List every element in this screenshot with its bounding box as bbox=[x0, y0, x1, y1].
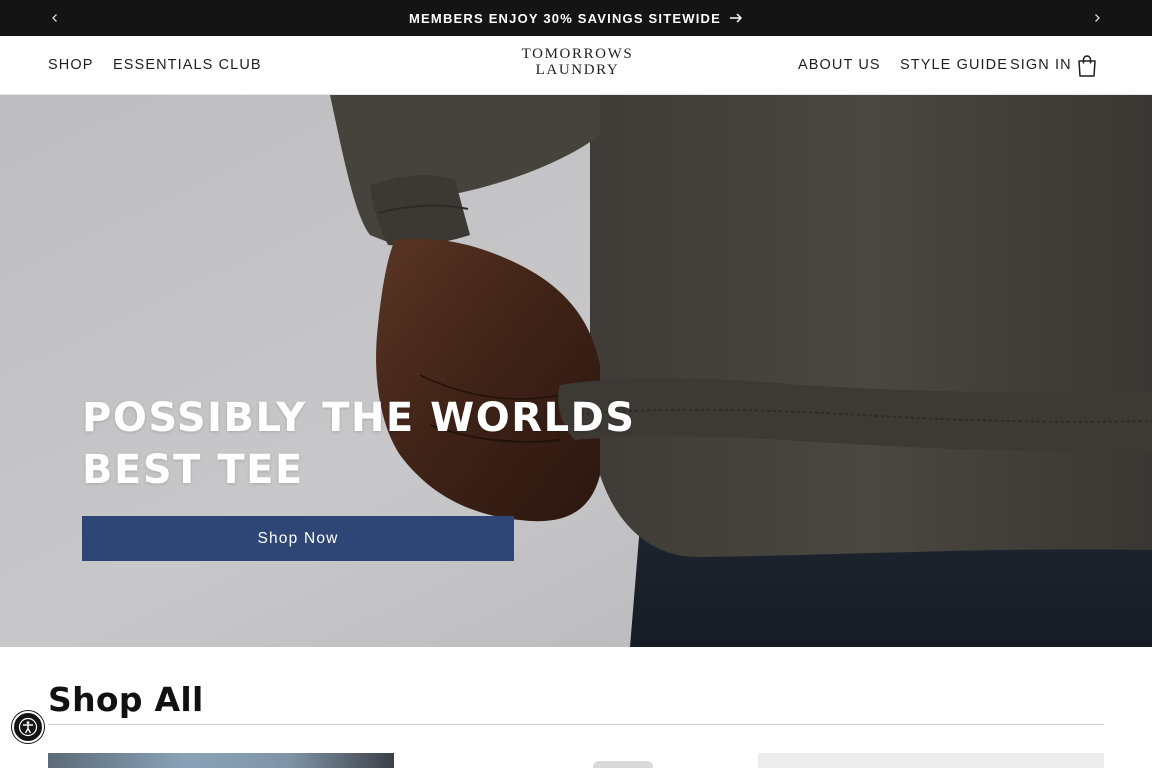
announcement-link[interactable]: MEMBERS ENJOY 30% SAVINGS SITEWIDE bbox=[0, 0, 1152, 36]
product-card-1[interactable] bbox=[48, 753, 394, 768]
section-divider bbox=[48, 724, 1104, 725]
product-card-3[interactable] bbox=[758, 753, 1104, 768]
nav-sign-in[interactable]: SIGN IN bbox=[1010, 36, 1072, 94]
shop-all-heading: Shop All bbox=[48, 680, 204, 719]
hero-headline-line-2: BEST TEE bbox=[82, 447, 304, 493]
logo-line-1: TOMORROWS bbox=[521, 46, 634, 62]
brand-logo[interactable]: TOMORROWS LAUNDRY bbox=[500, 46, 655, 78]
chevron-right-icon bbox=[1095, 14, 1100, 22]
announcement-next-button[interactable] bbox=[1079, 0, 1115, 36]
shop-now-button[interactable]: Shop Now bbox=[82, 516, 514, 561]
accessibility-icon bbox=[18, 717, 38, 737]
shopping-bag-icon bbox=[1078, 55, 1096, 77]
nav-essentials-club[interactable]: ESSENTIALS CLUB bbox=[113, 36, 262, 94]
hero-headline: POSSIBLY THE WORLDS BEST TEE bbox=[82, 392, 642, 496]
arrow-right-icon bbox=[729, 13, 743, 23]
cart-button[interactable] bbox=[1074, 53, 1100, 79]
hero-headline-line-1: POSSIBLY THE WORLDS bbox=[82, 395, 636, 441]
announcement-bar: MEMBERS ENJOY 30% SAVINGS SITEWIDE bbox=[0, 0, 1152, 36]
logo-line-2: LAUNDRY bbox=[535, 62, 620, 78]
site-header: SHOP ESSENTIALS CLUB TOMORROWS LAUNDRY A… bbox=[0, 36, 1152, 95]
product-image-2 bbox=[593, 761, 653, 768]
product-card-2[interactable] bbox=[403, 753, 749, 768]
nav-style-guide[interactable]: STYLE GUIDE bbox=[900, 36, 1008, 94]
accessibility-button[interactable] bbox=[12, 711, 44, 743]
hero-image bbox=[0, 95, 1152, 647]
announcement-text: MEMBERS ENJOY 30% SAVINGS SITEWIDE bbox=[409, 10, 721, 26]
hero-banner: POSSIBLY THE WORLDS BEST TEE Shop Now bbox=[0, 95, 1152, 647]
nav-shop[interactable]: SHOP bbox=[48, 36, 94, 94]
nav-about-us[interactable]: ABOUT US bbox=[798, 36, 881, 94]
